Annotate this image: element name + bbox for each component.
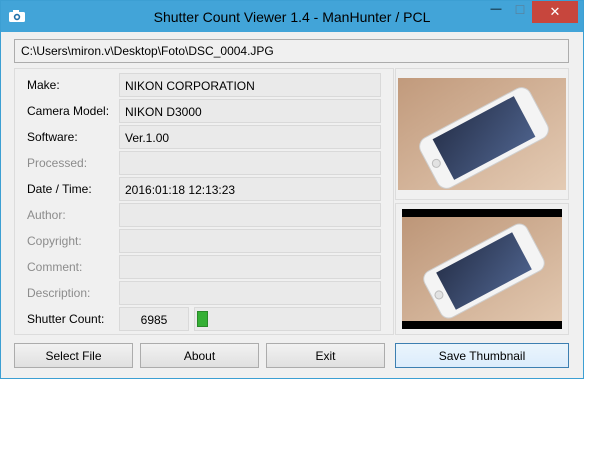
copyright-value [119,229,381,253]
exif-fields-panel: Make: NIKON CORPORATION Camera Model: NI… [14,68,394,335]
date-time-label: Date / Time: [27,182,92,196]
close-icon: ✕ [549,4,561,19]
author-value [119,203,381,227]
minimize-icon: — [490,3,502,15]
file-path-field[interactable]: C:\Users\miron.v\Desktop\Foto\DSC_0004.J… [14,39,569,63]
processed-value [119,151,381,175]
shutter-count-bar-fill [197,311,208,327]
client-area: C:\Users\miron.v\Desktop\Foto\DSC_0004.J… [8,32,576,374]
field-row-camera-model: Camera Model: NIKON D3000 [15,99,395,123]
app-window: Shutter Count Viewer 1.4 - ManHunter / P… [0,0,584,379]
embedded-thumbnail-icon [402,209,562,329]
field-row-software: Software: Ver.1.00 [15,125,395,149]
maximize-icon: ☐ [514,3,526,17]
title-bar[interactable]: Shutter Count Viewer 1.4 - ManHunter / P… [1,1,583,32]
minimize-button[interactable]: — [484,1,508,23]
author-label: Author: [27,208,66,222]
field-row-author: Author: [15,203,395,227]
field-row-description: Description: [15,281,395,305]
field-row-processed: Processed: [15,151,395,175]
comment-value [119,255,381,279]
photo-preview-panel [395,68,569,200]
description-label: Description: [27,286,91,300]
field-row-comment: Comment: [15,255,395,279]
exit-button[interactable]: Exit [266,343,385,368]
about-button[interactable]: About [140,343,259,368]
make-value[interactable]: NIKON CORPORATION [119,73,381,97]
embedded-thumbnail-panel [395,203,569,335]
make-label: Make: [27,78,60,92]
close-button[interactable]: ✕ [532,1,578,23]
shutter-count-bar [194,307,381,331]
field-row-shutter-count: Shutter Count: 6985 [15,307,395,331]
software-value[interactable]: Ver.1.00 [119,125,381,149]
copyright-label: Copyright: [27,234,82,248]
maximize-button[interactable]: ☐ [508,1,532,23]
select-file-button[interactable]: Select File [14,343,133,368]
field-row-make: Make: NIKON CORPORATION [15,73,395,97]
date-time-value[interactable]: 2016:01:18 12:13:23 [119,177,381,201]
comment-label: Comment: [27,260,83,274]
description-value [119,281,381,305]
shutter-count-label: Shutter Count: [27,312,105,326]
camera-model-label: Camera Model: [27,104,110,118]
shutter-count-value[interactable]: 6985 [119,307,189,331]
field-row-date-time: Date / Time: 2016:01:18 12:13:23 [15,177,395,201]
processed-label: Processed: [27,156,88,170]
camera-model-value[interactable]: NIKON D3000 [119,99,381,123]
save-thumbnail-button[interactable]: Save Thumbnail [395,343,569,368]
field-row-copyright: Copyright: [15,229,395,253]
software-label: Software: [27,130,78,144]
photo-iphone-icon [398,78,566,190]
